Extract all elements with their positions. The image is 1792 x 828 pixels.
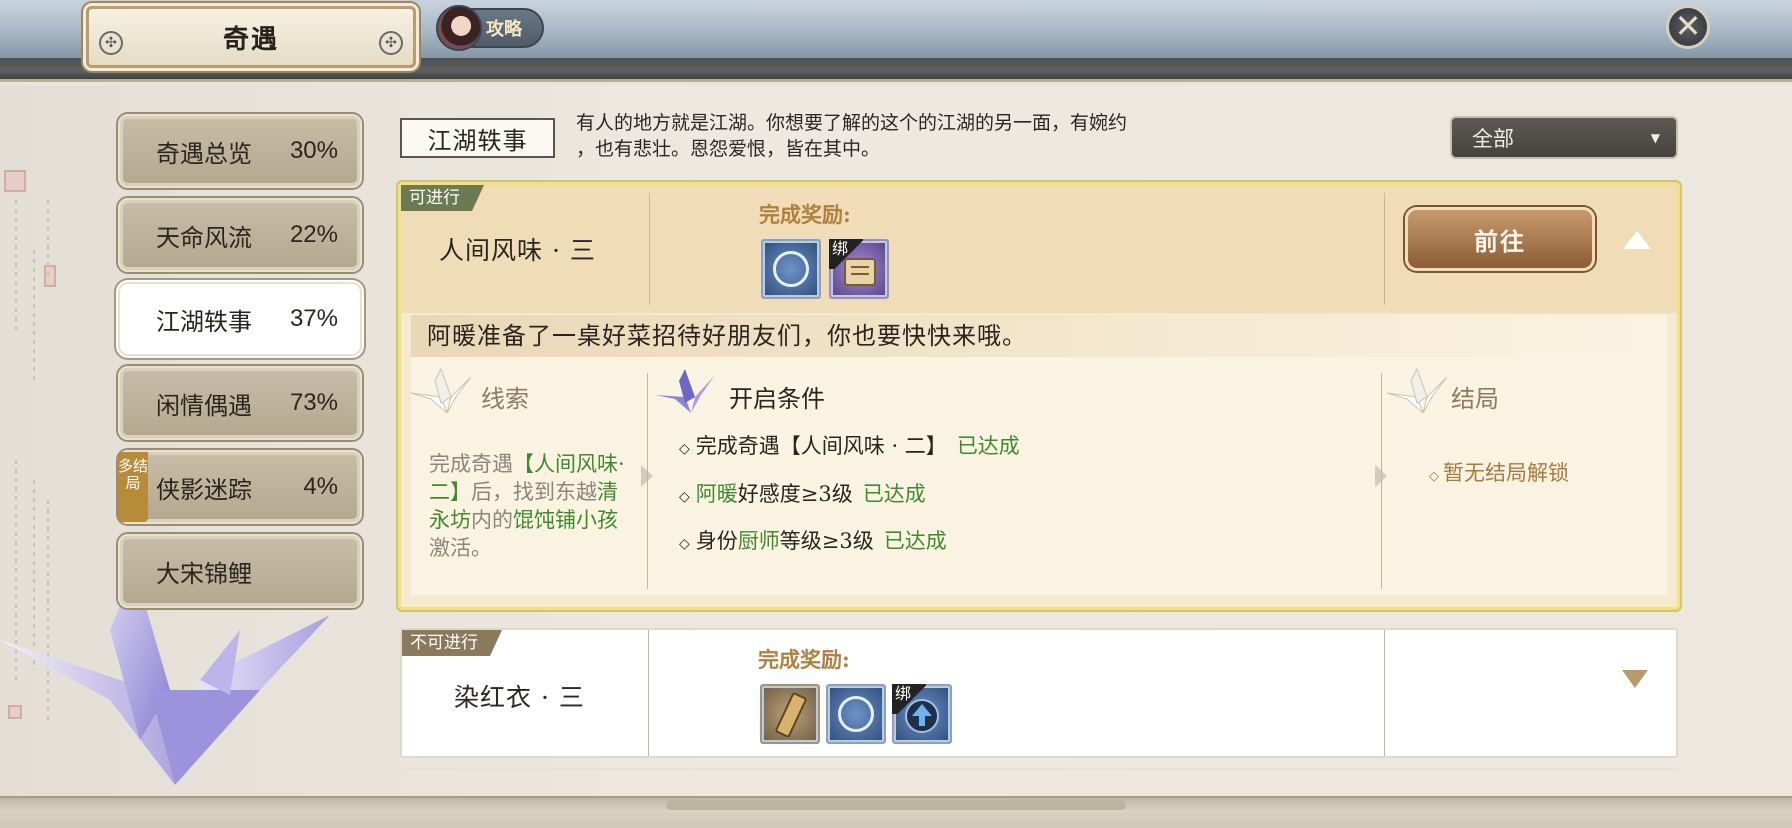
reward-label: 完成奖励: xyxy=(759,202,851,227)
scroll-handle[interactable] xyxy=(666,800,1126,810)
quest-card[interactable]: 不可进行 染红衣 · 三 完成奖励: 绑 xyxy=(400,628,1678,758)
sidebar-item-percent: 37% xyxy=(289,305,338,332)
expand-arrow-icon[interactable] xyxy=(1622,670,1648,688)
quest-name: 染红衣 · 三 xyxy=(454,683,585,712)
ending-title: 结局 xyxy=(1451,385,1499,413)
conditions-title: 开启条件 xyxy=(729,385,825,413)
sidebar-item-percent: 30% xyxy=(289,137,338,164)
sidebar-item-label: 闲情偶遇 xyxy=(156,391,252,420)
clue-title: 线索 xyxy=(481,385,529,413)
sidebar-item-label: 侠影迷踪 xyxy=(156,475,252,504)
sidebar-item-jianghu[interactable]: 江湖轶事 37% xyxy=(118,282,362,356)
diamond-bullet-icon: ◇ xyxy=(679,536,690,552)
description-line: ，也有悲壮。恩怨爱恨，皆在其中。 xyxy=(576,138,881,160)
sidebar-item-percent: 22% xyxy=(289,221,338,248)
guide-label: 攻略 xyxy=(486,19,522,40)
paper-crane-icon xyxy=(411,367,472,414)
divider xyxy=(648,630,649,756)
page-title: 奇遇 xyxy=(222,24,279,55)
multi-ending-badge: 多结局 xyxy=(118,452,148,522)
page-title-tab: ✣ 奇遇 ✣ xyxy=(86,6,416,68)
sidebar-item-percent: 4% xyxy=(303,473,338,500)
seal-stamp-icon xyxy=(4,170,26,192)
sidebar-item-label: 大宋锦鲤 xyxy=(156,559,252,588)
section-title: 江湖轶事 xyxy=(400,118,555,158)
knot-icon: ✣ xyxy=(379,31,403,55)
divider xyxy=(1381,373,1382,589)
status-badge: 可进行 xyxy=(401,185,484,211)
go-button[interactable]: 前往 xyxy=(1405,207,1595,271)
character-avatar-icon xyxy=(436,5,482,51)
reward-item-token[interactable] xyxy=(760,684,820,744)
token-icon xyxy=(775,692,807,738)
divider xyxy=(647,373,648,589)
divider xyxy=(649,193,650,305)
section-description: 有人的地方就是江湖。你想要了解的这个的江湖的另一面，有婉约 ，也有悲壮。恩怨爱恨… xyxy=(576,110,1276,162)
reward-item-upgrade[interactable]: 绑 xyxy=(892,684,952,744)
sidebar-item-label: 江湖轶事 xyxy=(156,307,252,336)
quest-intro: 阿暖准备了一桌好菜招待好朋友们，你也要快快来哦。 xyxy=(411,315,1667,357)
diamond-bullet-icon: ◇ xyxy=(1429,469,1439,484)
paper-crane-icon xyxy=(1387,367,1448,414)
bound-tag: 绑 xyxy=(892,684,926,714)
description-line: 有人的地方就是江湖。你想要了解的这个的江湖的另一面，有婉约 xyxy=(576,112,1128,134)
compass-icon xyxy=(773,251,809,287)
close-button[interactable]: ✕ xyxy=(1666,5,1710,49)
condition-status: 已达成 xyxy=(883,529,947,553)
status-badge: 不可进行 xyxy=(402,630,502,656)
divider xyxy=(1384,193,1385,305)
sidebar-item-overview[interactable]: 奇遇总览 30% xyxy=(118,114,362,188)
filter-dropdown[interactable]: 全部 ▼ xyxy=(1450,116,1678,159)
diamond-bullet-icon: ◇ xyxy=(679,441,690,457)
compass-icon xyxy=(838,696,874,732)
divider xyxy=(1384,630,1385,756)
bound-tag: 绑 xyxy=(829,239,863,269)
paper-crane-icon xyxy=(655,369,715,413)
condition-item: ◇ 阿暖好感度≥3级 已达成 xyxy=(679,482,926,506)
sidebar-item-shadow[interactable]: 侠影迷踪 4% xyxy=(118,450,362,524)
collapse-arrow-icon[interactable] xyxy=(1623,231,1651,249)
reward-item-scroll[interactable]: 绑 xyxy=(829,239,889,299)
knot-icon: ✣ xyxy=(99,31,123,55)
reward-label: 完成奖励: xyxy=(758,647,850,672)
condition-status: 已达成 xyxy=(862,482,926,506)
quest-card[interactable]: 可进行 人间风味 · 三 完成奖励: 绑 前往 阿暖准备了一桌好菜招待好朋友们，… xyxy=(398,182,1680,610)
sidebar-item-destiny[interactable]: 天命风流 22% xyxy=(118,198,362,272)
sidebar-item-label: 天命风流 xyxy=(156,223,252,252)
sidebar-item-koi[interactable]: 大宋锦鲤 xyxy=(118,534,362,608)
list-edge xyxy=(400,768,1678,776)
reward-item-compass[interactable] xyxy=(826,684,886,744)
sidebar-item-label: 奇遇总览 xyxy=(156,139,252,168)
quest-name: 人间风味 · 三 xyxy=(439,236,596,265)
quest-detail-panel: 阿暖准备了一桌好菜招待好朋友们，你也要快快来哦。 线索 完成奇遇【人间风味·二】… xyxy=(411,315,1667,595)
condition-item: ◇ 完成奇遇【人间风味 · 二】 已达成 xyxy=(679,434,1020,458)
chevron-down-icon: ▼ xyxy=(1650,130,1660,145)
ending-text: ◇ 暂无结局解锁 xyxy=(1429,461,1569,485)
guide-button[interactable]: 攻略 xyxy=(436,5,544,51)
condition-status: 已达成 xyxy=(956,434,1020,458)
reward-item-compass[interactable] xyxy=(761,239,821,299)
sidebar-item-leisure[interactable]: 闲情偶遇 73% xyxy=(118,366,362,440)
condition-item: ◇ 身份厨师等级≥3级 已达成 xyxy=(679,529,947,553)
filter-selected-value: 全部 xyxy=(1472,126,1514,151)
sidebar-item-percent: 73% xyxy=(289,389,338,416)
diamond-bullet-icon: ◇ xyxy=(679,489,690,505)
clue-text: 完成奇遇【人间风味·二】后，找到东越清永坊内的馄饨铺小孩激活。 xyxy=(429,452,625,560)
